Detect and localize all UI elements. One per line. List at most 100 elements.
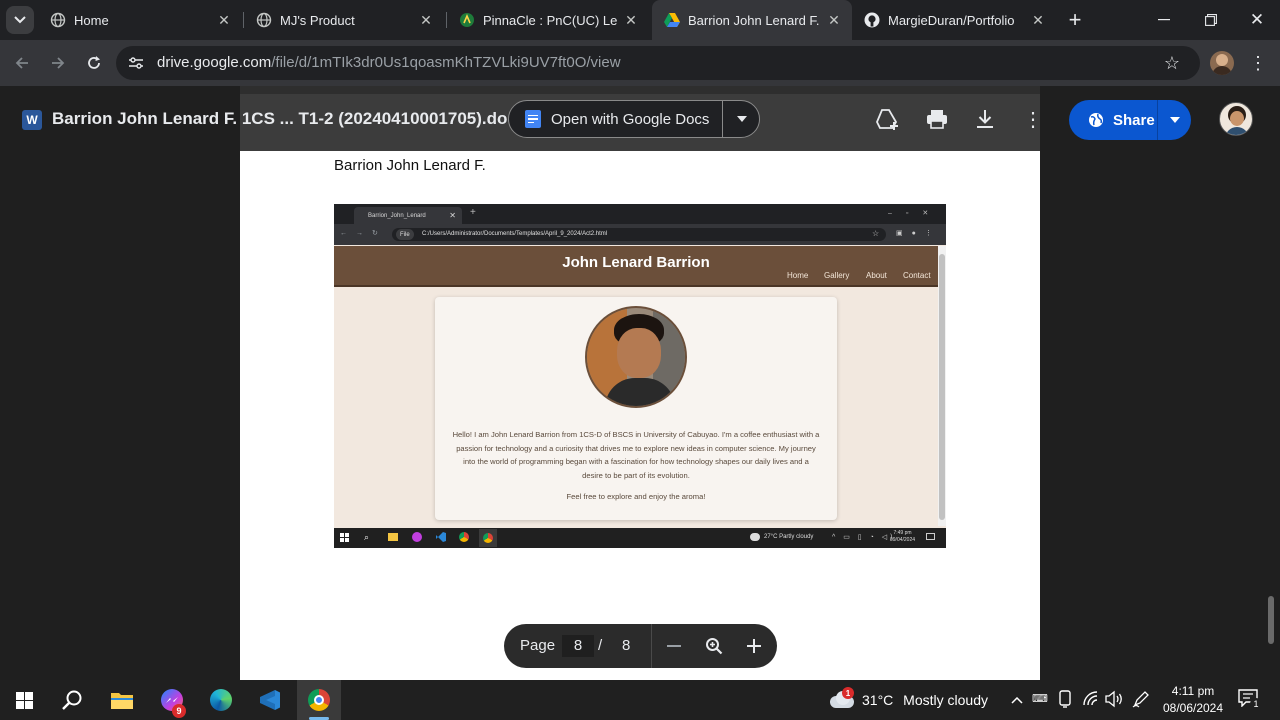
messenger-badge: 9: [172, 704, 186, 718]
clock-time: 4:11 pm: [1171, 684, 1215, 698]
meet-now-icon[interactable]: [1058, 690, 1072, 708]
weather-widget-icon[interactable]: 1: [828, 687, 854, 708]
tab-pinnacle[interactable]: PinnaCle : PnC(UC) Learn ✕: [447, 4, 649, 36]
shot-weather: 27°C Partly cloudy: [764, 534, 814, 540]
download-icon: [977, 110, 993, 128]
tab-github-portfolio[interactable]: MargieDuran/Portfolio ✕: [852, 4, 1056, 36]
weather-text[interactable]: 31°C Mostly cloudy: [862, 692, 988, 708]
close-icon[interactable]: ✕: [826, 12, 842, 28]
windows-start-icon: [340, 533, 349, 542]
taskbar-edge[interactable]: [199, 680, 243, 720]
wifi-icon[interactable]: [1082, 690, 1100, 708]
input-language-icon[interactable]: ⌨: [1032, 692, 1048, 705]
shot-time: 7:49 pm: [893, 530, 912, 536]
pager-divider: [651, 624, 652, 668]
site-title: John Lenard Barrion: [562, 254, 710, 271]
volume-icon[interactable]: [1104, 690, 1124, 708]
cloud-icon: [750, 533, 760, 541]
page-total: 8: [622, 637, 631, 654]
taskbar-clock[interactable]: 4:11 pm 08/06/2024: [1158, 683, 1228, 717]
pen-icon[interactable]: [1132, 690, 1150, 708]
site-info-icon[interactable]: [122, 49, 150, 77]
open-with-dropdown-button[interactable]: [723, 101, 761, 137]
chevron-down-icon: [14, 16, 26, 24]
vscode-icon: [260, 690, 280, 710]
zoom-reset-button[interactable]: [702, 634, 726, 658]
close-icon[interactable]: ✕: [418, 12, 434, 28]
shot-scrollbar-thumb: [939, 254, 945, 520]
shot-window-controls: –▫✕: [888, 210, 943, 217]
tab-drive-active[interactable]: Barrion John Lenard F. 1C ✕: [652, 0, 852, 40]
notification-center-button[interactable]: 1: [1238, 689, 1262, 710]
chrome-icon: [483, 533, 493, 543]
weather-desc: Mostly cloudy: [903, 692, 988, 708]
profile-avatar[interactable]: [1210, 51, 1234, 75]
edge-icon: [210, 689, 232, 711]
tab-mj-product[interactable]: MJ's Product ✕: [244, 4, 444, 36]
site-nav-about: About: [866, 271, 887, 280]
taskbar-chrome-active[interactable]: [297, 680, 341, 720]
print-button[interactable]: [923, 105, 951, 133]
google-docs-icon: [525, 110, 541, 128]
weather-badge: 1: [842, 687, 854, 699]
url-domain: drive.google.com: [157, 54, 272, 71]
back-button[interactable]: [8, 49, 36, 77]
tab-label: Barrion John Lenard F. 1C: [688, 12, 820, 28]
close-icon[interactable]: ✕: [623, 12, 639, 28]
tab-home[interactable]: Home ✕: [38, 4, 242, 36]
url-path: /file/d/1mTIk3dr0Us1qoasmKhTZVLki9UV7ft0…: [271, 54, 621, 71]
tab-label: MargieDuran/Portfolio: [888, 12, 1015, 28]
taskbar-search-button[interactable]: [50, 680, 94, 720]
viewer-scrollbar-thumb[interactable]: [1268, 596, 1274, 644]
embedded-screenshot: Barrion_John_Lenard ✕ + –▫✕ ←→↻ File C:/…: [334, 204, 946, 548]
show-hidden-icons-button[interactable]: [1008, 690, 1026, 710]
shot-date: 09/04/2024: [890, 537, 916, 543]
open-with-google-docs-button[interactable]: Open with Google Docs: [508, 100, 760, 138]
restore-button[interactable]: [1197, 6, 1225, 34]
shot-tray-icons: ^ ▭ ▯ ◔ ◁): [832, 534, 896, 541]
notification-icon: [926, 533, 935, 540]
site-bio: Hello! I am John Lenard Barrion from 1CS…: [452, 430, 820, 480]
folder-icon: [111, 693, 133, 709]
share-button[interactable]: Share: [1069, 100, 1191, 140]
site-nav-home: Home: [787, 271, 809, 280]
document-author-line: Barrion John Lenard F.: [334, 157, 486, 174]
file-name: Barrion John Lenard F. 1CS ... T1-2 (202…: [52, 109, 527, 128]
zoom-out-button[interactable]: [662, 634, 686, 658]
page-number-input[interactable]: 8: [562, 635, 594, 657]
bookmark-star-icon[interactable]: ☆: [1158, 49, 1186, 77]
start-button[interactable]: [2, 680, 46, 720]
browser-menu-icon[interactable]: ⋮: [1244, 49, 1272, 77]
reload-button[interactable]: [80, 49, 108, 77]
chrome-icon: [459, 532, 469, 542]
chrome-icon: [308, 689, 330, 711]
new-tab-button[interactable]: +: [1061, 6, 1089, 34]
taskbar-messenger[interactable]: 9: [150, 680, 194, 720]
account-avatar[interactable]: [1219, 102, 1253, 136]
chevron-up-icon: [1011, 696, 1023, 704]
search-icon: ⌕: [364, 532, 370, 542]
add-shortcut-to-drive-button[interactable]: [874, 105, 902, 133]
close-icon[interactable]: ✕: [216, 12, 232, 28]
taskbar-file-explorer[interactable]: [100, 680, 144, 720]
tab-search-button[interactable]: [6, 6, 34, 34]
shot-nav-arrows: ←→↻: [340, 230, 387, 237]
forward-button[interactable]: [44, 49, 72, 77]
url-text[interactable]: drive.google.com/file/d/1mTIk3dr0Us1qoas…: [157, 54, 621, 71]
open-with-label: Open with Google Docs: [551, 110, 710, 128]
shot-file-chip: File: [396, 229, 414, 240]
close-icon[interactable]: ✕: [1030, 12, 1046, 28]
messenger-icon: [412, 532, 422, 542]
printer-icon: [927, 110, 947, 129]
arrow-right-icon: [52, 57, 65, 69]
taskbar-vscode[interactable]: [248, 680, 292, 720]
minimize-button[interactable]: [1150, 6, 1178, 34]
share-label: Share: [1113, 111, 1155, 129]
search-icon: [62, 690, 82, 710]
reload-icon: [88, 56, 100, 69]
more-actions-icon[interactable]: ⋮: [1019, 105, 1047, 133]
zoom-in-button[interactable]: [742, 634, 766, 658]
close-window-button[interactable]: ✕: [1243, 6, 1271, 34]
download-button[interactable]: [971, 105, 999, 133]
share-dropdown-button[interactable]: [1159, 100, 1191, 140]
